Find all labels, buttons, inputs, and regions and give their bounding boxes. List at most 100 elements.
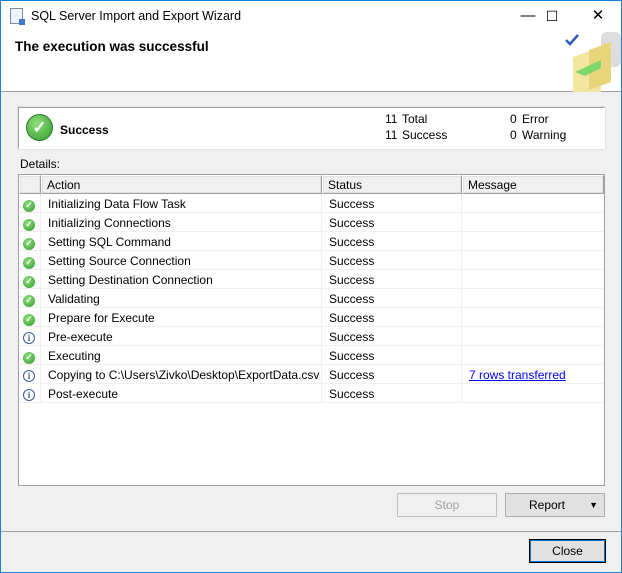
column-header-status[interactable]: Status bbox=[322, 175, 462, 194]
action-cell: Validating bbox=[41, 289, 322, 307]
grid-header: Action Status Message bbox=[19, 175, 604, 194]
status-cell: Success bbox=[322, 365, 462, 383]
success-icon: ✓ bbox=[23, 276, 35, 288]
success-label: Success bbox=[402, 128, 448, 142]
status-cell: Success bbox=[322, 251, 462, 269]
success-icon: ✓ bbox=[23, 238, 35, 250]
action-cell: Setting Source Connection bbox=[41, 251, 322, 269]
message-link[interactable]: 7 rows transferred bbox=[469, 368, 566, 382]
table-row[interactable]: i Copying to C:\Users\Zivko\Desktop\Expor… bbox=[19, 365, 604, 384]
close-button[interactable]: Close bbox=[529, 539, 606, 563]
icon-column-header[interactable] bbox=[19, 175, 41, 194]
success-count: 11 bbox=[385, 128, 398, 142]
table-row[interactable]: ✓ Prepare for Execute Success bbox=[19, 308, 604, 327]
success-icon: ✓ bbox=[23, 295, 35, 307]
action-cell: Setting SQL Command bbox=[41, 232, 322, 250]
total-label: Total bbox=[402, 112, 428, 126]
message-cell bbox=[462, 346, 604, 364]
stop-button[interactable]: Stop bbox=[397, 493, 497, 517]
status-cell: Success bbox=[322, 270, 462, 288]
row-icon-cell: ✓ bbox=[19, 232, 41, 250]
details-grid: Action Status Message ✓ Initializing Data… bbox=[18, 174, 605, 486]
table-row[interactable]: i Post-execute Success bbox=[19, 384, 604, 403]
summary-panel: ✓ Success 11 Total 11 Success 0 Error 0 … bbox=[17, 106, 606, 150]
maximize-button[interactable]: ☐ bbox=[529, 1, 575, 32]
success-icon: ✓ bbox=[23, 314, 35, 326]
message-cell bbox=[462, 327, 604, 345]
action-cell: Executing bbox=[41, 346, 322, 364]
dropdown-arrow-icon: ▼ bbox=[589, 500, 598, 510]
row-icon-cell: ✓ bbox=[19, 251, 41, 269]
row-icon-cell: i bbox=[19, 384, 41, 402]
row-icon-cell: ✓ bbox=[19, 213, 41, 231]
summary-status: Success bbox=[60, 123, 109, 137]
success-icon: ✓ bbox=[23, 257, 35, 269]
success-check-icon: ✓ bbox=[26, 114, 53, 141]
row-icon-cell: ✓ bbox=[19, 308, 41, 326]
table-row[interactable]: ✓ Initializing Data Flow Task Success bbox=[19, 194, 604, 213]
message-cell bbox=[462, 232, 604, 250]
table-row[interactable]: ✓ Executing Success bbox=[19, 346, 604, 365]
column-header-message[interactable]: Message bbox=[462, 175, 604, 194]
message-cell bbox=[462, 289, 604, 307]
footer-divider bbox=[1, 531, 621, 532]
window-title: SQL Server Import and Export Wizard bbox=[31, 9, 242, 23]
row-icon-cell: ✓ bbox=[19, 194, 41, 212]
message-cell: 7 rows transferred bbox=[462, 365, 604, 383]
message-cell bbox=[462, 194, 604, 212]
wizard-window: SQL Server Import and Export Wizard — ☐ … bbox=[0, 0, 622, 573]
status-cell: Success bbox=[322, 289, 462, 307]
message-cell bbox=[462, 308, 604, 326]
wizard-logo-icon bbox=[565, 32, 621, 92]
info-icon: i bbox=[23, 370, 35, 382]
status-cell: Success bbox=[322, 232, 462, 250]
error-count: 0 bbox=[510, 112, 517, 126]
status-cell: Success bbox=[322, 213, 462, 231]
table-row[interactable]: ✓ Initializing Connections Success bbox=[19, 213, 604, 232]
message-cell bbox=[462, 251, 604, 269]
warning-count: 0 bbox=[510, 128, 517, 142]
status-cell: Success bbox=[322, 327, 462, 345]
action-cell: Pre-execute bbox=[41, 327, 322, 345]
action-cell: Initializing Connections bbox=[41, 213, 322, 231]
table-row[interactable]: ✓ Validating Success bbox=[19, 289, 604, 308]
page-title: The execution was successful bbox=[15, 39, 209, 54]
table-row[interactable]: ✓ Setting Destination Connection Success bbox=[19, 270, 604, 289]
report-label: Report bbox=[528, 498, 566, 512]
message-cell bbox=[462, 270, 604, 288]
warning-label: Warning bbox=[522, 128, 567, 142]
error-label: Error bbox=[522, 112, 549, 126]
row-icon-cell: ✓ bbox=[19, 346, 41, 364]
success-icon: ✓ bbox=[23, 200, 35, 212]
action-cell: Initializing Data Flow Task bbox=[41, 194, 322, 212]
row-icon-cell: i bbox=[19, 365, 41, 383]
wizard-header: The execution was successful bbox=[1, 32, 621, 92]
message-cell bbox=[462, 384, 604, 402]
title-bar: SQL Server Import and Export Wizard — ☐ … bbox=[1, 1, 621, 32]
report-button[interactable]: Report ▼ bbox=[505, 493, 605, 517]
action-cell: Copying to C:\Users\Zivko\Desktop\Export… bbox=[41, 365, 322, 383]
table-row[interactable]: i Pre-execute Success bbox=[19, 327, 604, 346]
success-icon: ✓ bbox=[23, 219, 35, 231]
action-cell: Setting Destination Connection bbox=[41, 270, 322, 288]
row-icon-cell: i bbox=[19, 327, 41, 345]
total-count: 11 bbox=[385, 112, 398, 126]
status-cell: Success bbox=[322, 384, 462, 402]
row-icon-cell: ✓ bbox=[19, 270, 41, 288]
success-icon: ✓ bbox=[23, 352, 35, 364]
status-cell: Success bbox=[322, 346, 462, 364]
info-icon: i bbox=[23, 332, 35, 344]
status-cell: Success bbox=[322, 194, 462, 212]
table-row[interactable]: ✓ Setting SQL Command Success bbox=[19, 232, 604, 251]
status-cell: Success bbox=[322, 308, 462, 326]
info-icon: i bbox=[23, 389, 35, 401]
table-row[interactable]: ✓ Setting Source Connection Success bbox=[19, 251, 604, 270]
close-window-button[interactable]: ✕ bbox=[575, 1, 621, 32]
app-icon bbox=[10, 8, 25, 25]
row-icon-cell: ✓ bbox=[19, 289, 41, 307]
details-label: Details: bbox=[20, 157, 61, 171]
column-header-action[interactable]: Action bbox=[41, 175, 322, 194]
action-cell: Post-execute bbox=[41, 384, 322, 402]
message-cell bbox=[462, 213, 604, 231]
action-cell: Prepare for Execute bbox=[41, 308, 322, 326]
